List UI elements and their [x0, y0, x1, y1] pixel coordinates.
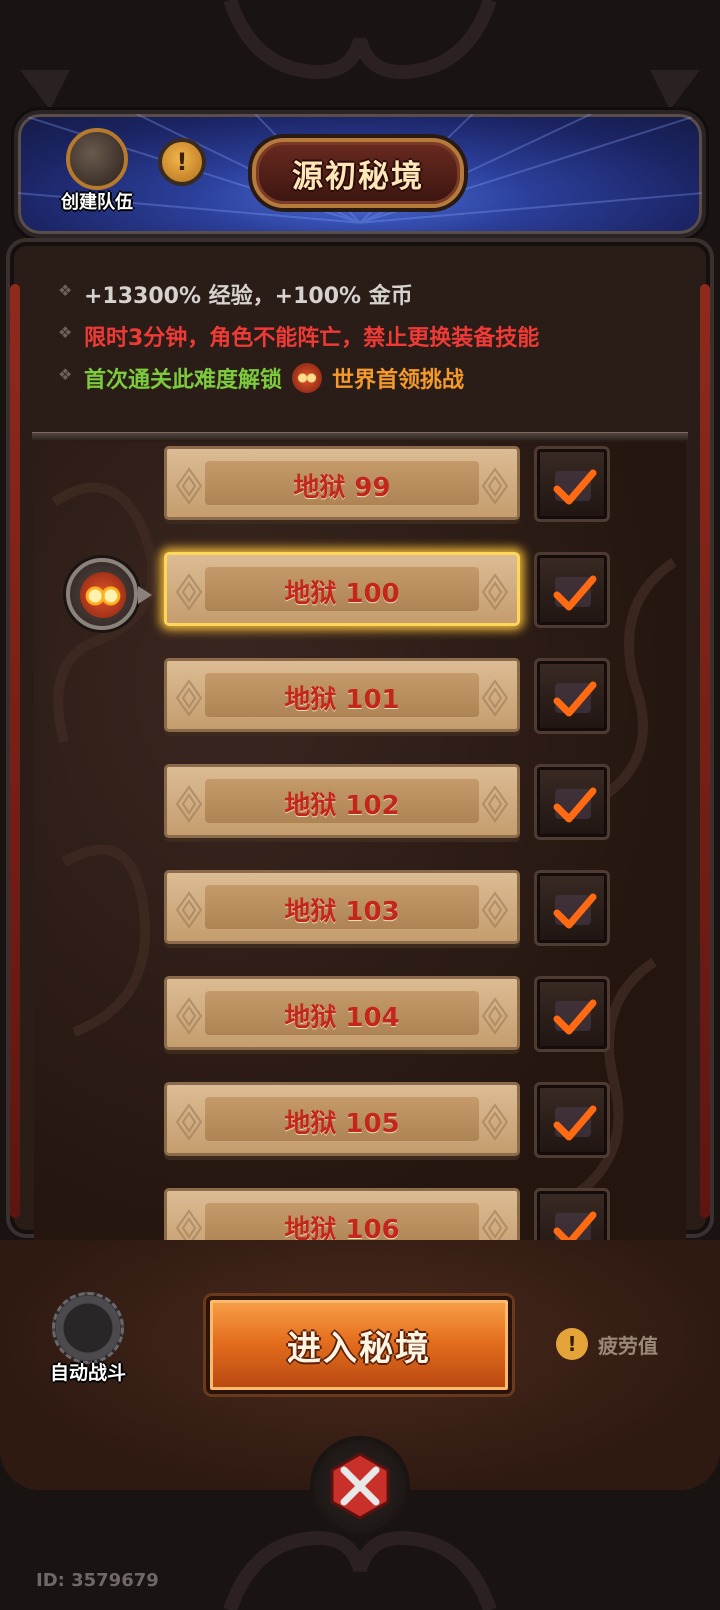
- fatigue-indicator[interactable]: ! 疲劳值: [556, 1326, 658, 1362]
- difficulty-info-panel: ❖ +13300% 经验，+100% 金币 ❖ 限时3分钟，角色不能阵亡，禁止更…: [34, 262, 688, 432]
- bullet-icon: ❖: [58, 365, 73, 384]
- level-label: 地狱 103: [284, 897, 400, 927]
- player-id: ID: 3579679: [36, 1570, 159, 1591]
- level-row[interactable]: 地狱 103: [34, 868, 686, 952]
- exclamation-icon: !: [176, 148, 188, 176]
- check-icon: [553, 999, 597, 1035]
- check-icon: [553, 575, 597, 611]
- reward-chest-checkbox[interactable]: [534, 976, 610, 1052]
- level-button[interactable]: 地狱 99: [164, 446, 520, 520]
- fatigue-label: 疲劳值: [598, 1333, 658, 1358]
- team-avatar-icon: [66, 128, 128, 190]
- check-icon: [553, 1105, 597, 1141]
- create-team-button[interactable]: 创建队伍: [52, 128, 142, 218]
- bullet-icon: ❖: [58, 323, 73, 342]
- level-row[interactable]: 地狱 104: [34, 974, 686, 1058]
- level-label: 地狱 99: [293, 473, 391, 503]
- reward-chest-checkbox[interactable]: [534, 446, 610, 522]
- unlock-prefix-text: 首次通关此难度解锁: [84, 368, 283, 393]
- divider: [32, 432, 688, 440]
- info-line-unlock: ❖ 首次通关此难度解锁 世界首领挑战: [58, 362, 465, 396]
- rewards-text: +13300% 经验，+100% 金币: [84, 284, 413, 309]
- check-icon: [553, 681, 597, 717]
- world-boss-icon: [292, 363, 323, 393]
- level-row[interactable]: 地狱 105: [34, 1080, 686, 1164]
- auto-battle-button[interactable]: 自动战斗: [38, 1292, 138, 1388]
- level-button[interactable]: 地狱 100: [164, 552, 520, 626]
- reward-chest-checkbox[interactable]: [534, 764, 610, 840]
- level-button[interactable]: 地狱 102: [164, 764, 520, 838]
- level-button[interactable]: 地狱 101: [164, 658, 520, 732]
- level-row[interactable]: 地狱 100: [34, 550, 686, 634]
- right-rail-decoration: [700, 284, 710, 1218]
- check-icon: [553, 469, 597, 505]
- close-x-icon: [330, 1452, 390, 1520]
- check-icon: [553, 787, 597, 823]
- left-rail-decoration: [10, 284, 20, 1218]
- difficulty-list[interactable]: 地狱 99 地狱 100 地狱 101 地狱 102 地狱 103 地狱 104 地狱 10…: [34, 442, 686, 1258]
- enter-realm-button[interactable]: 进入秘境: [206, 1296, 512, 1394]
- enter-realm-label: 进入秘境: [287, 1328, 431, 1369]
- info-line-rewards: ❖ +13300% 经验，+100% 金币: [58, 278, 413, 310]
- level-button[interactable]: 地狱 104: [164, 976, 520, 1050]
- level-row[interactable]: 地狱 99: [34, 444, 686, 528]
- reward-chest-checkbox[interactable]: [534, 552, 610, 628]
- unlock-suffix-text: 世界首领挑战: [332, 368, 465, 393]
- check-icon: [553, 893, 597, 929]
- exclamation-icon: !: [556, 1328, 588, 1360]
- level-label: 地狱 104: [284, 1003, 400, 1033]
- level-button[interactable]: 地狱 103: [164, 870, 520, 944]
- reward-chest-checkbox[interactable]: [534, 658, 610, 734]
- current-level-boss-marker: [66, 558, 152, 630]
- reward-chest-checkbox[interactable]: [534, 1082, 610, 1158]
- boss-face-icon: [80, 572, 126, 618]
- page-title: 源初秘境: [292, 158, 424, 195]
- gear-hourglass-icon: [52, 1292, 124, 1364]
- rules-text: 限时3分钟，角色不能阵亡，禁止更换装备技能: [84, 326, 540, 351]
- close-button[interactable]: [310, 1436, 410, 1536]
- level-row[interactable]: 地狱 101: [34, 656, 686, 740]
- level-label: 地狱 101: [284, 685, 400, 715]
- auto-battle-label: 自动战斗: [49, 1362, 126, 1384]
- level-row[interactable]: 地狱 102: [34, 762, 686, 846]
- bullet-icon: ❖: [58, 281, 73, 300]
- create-team-label: 创建队伍: [61, 192, 133, 213]
- info-button[interactable]: !: [158, 138, 206, 186]
- level-button[interactable]: 地狱 105: [164, 1082, 520, 1156]
- level-label: 地狱 105: [284, 1109, 400, 1139]
- level-label: 地狱 102: [284, 791, 400, 821]
- level-label: 地狱 100: [284, 579, 400, 609]
- info-line-rules: ❖ 限时3分钟，角色不能阵亡，禁止更换装备技能: [58, 320, 540, 352]
- reward-chest-checkbox[interactable]: [534, 870, 610, 946]
- title-plate: 源初秘境: [252, 138, 464, 208]
